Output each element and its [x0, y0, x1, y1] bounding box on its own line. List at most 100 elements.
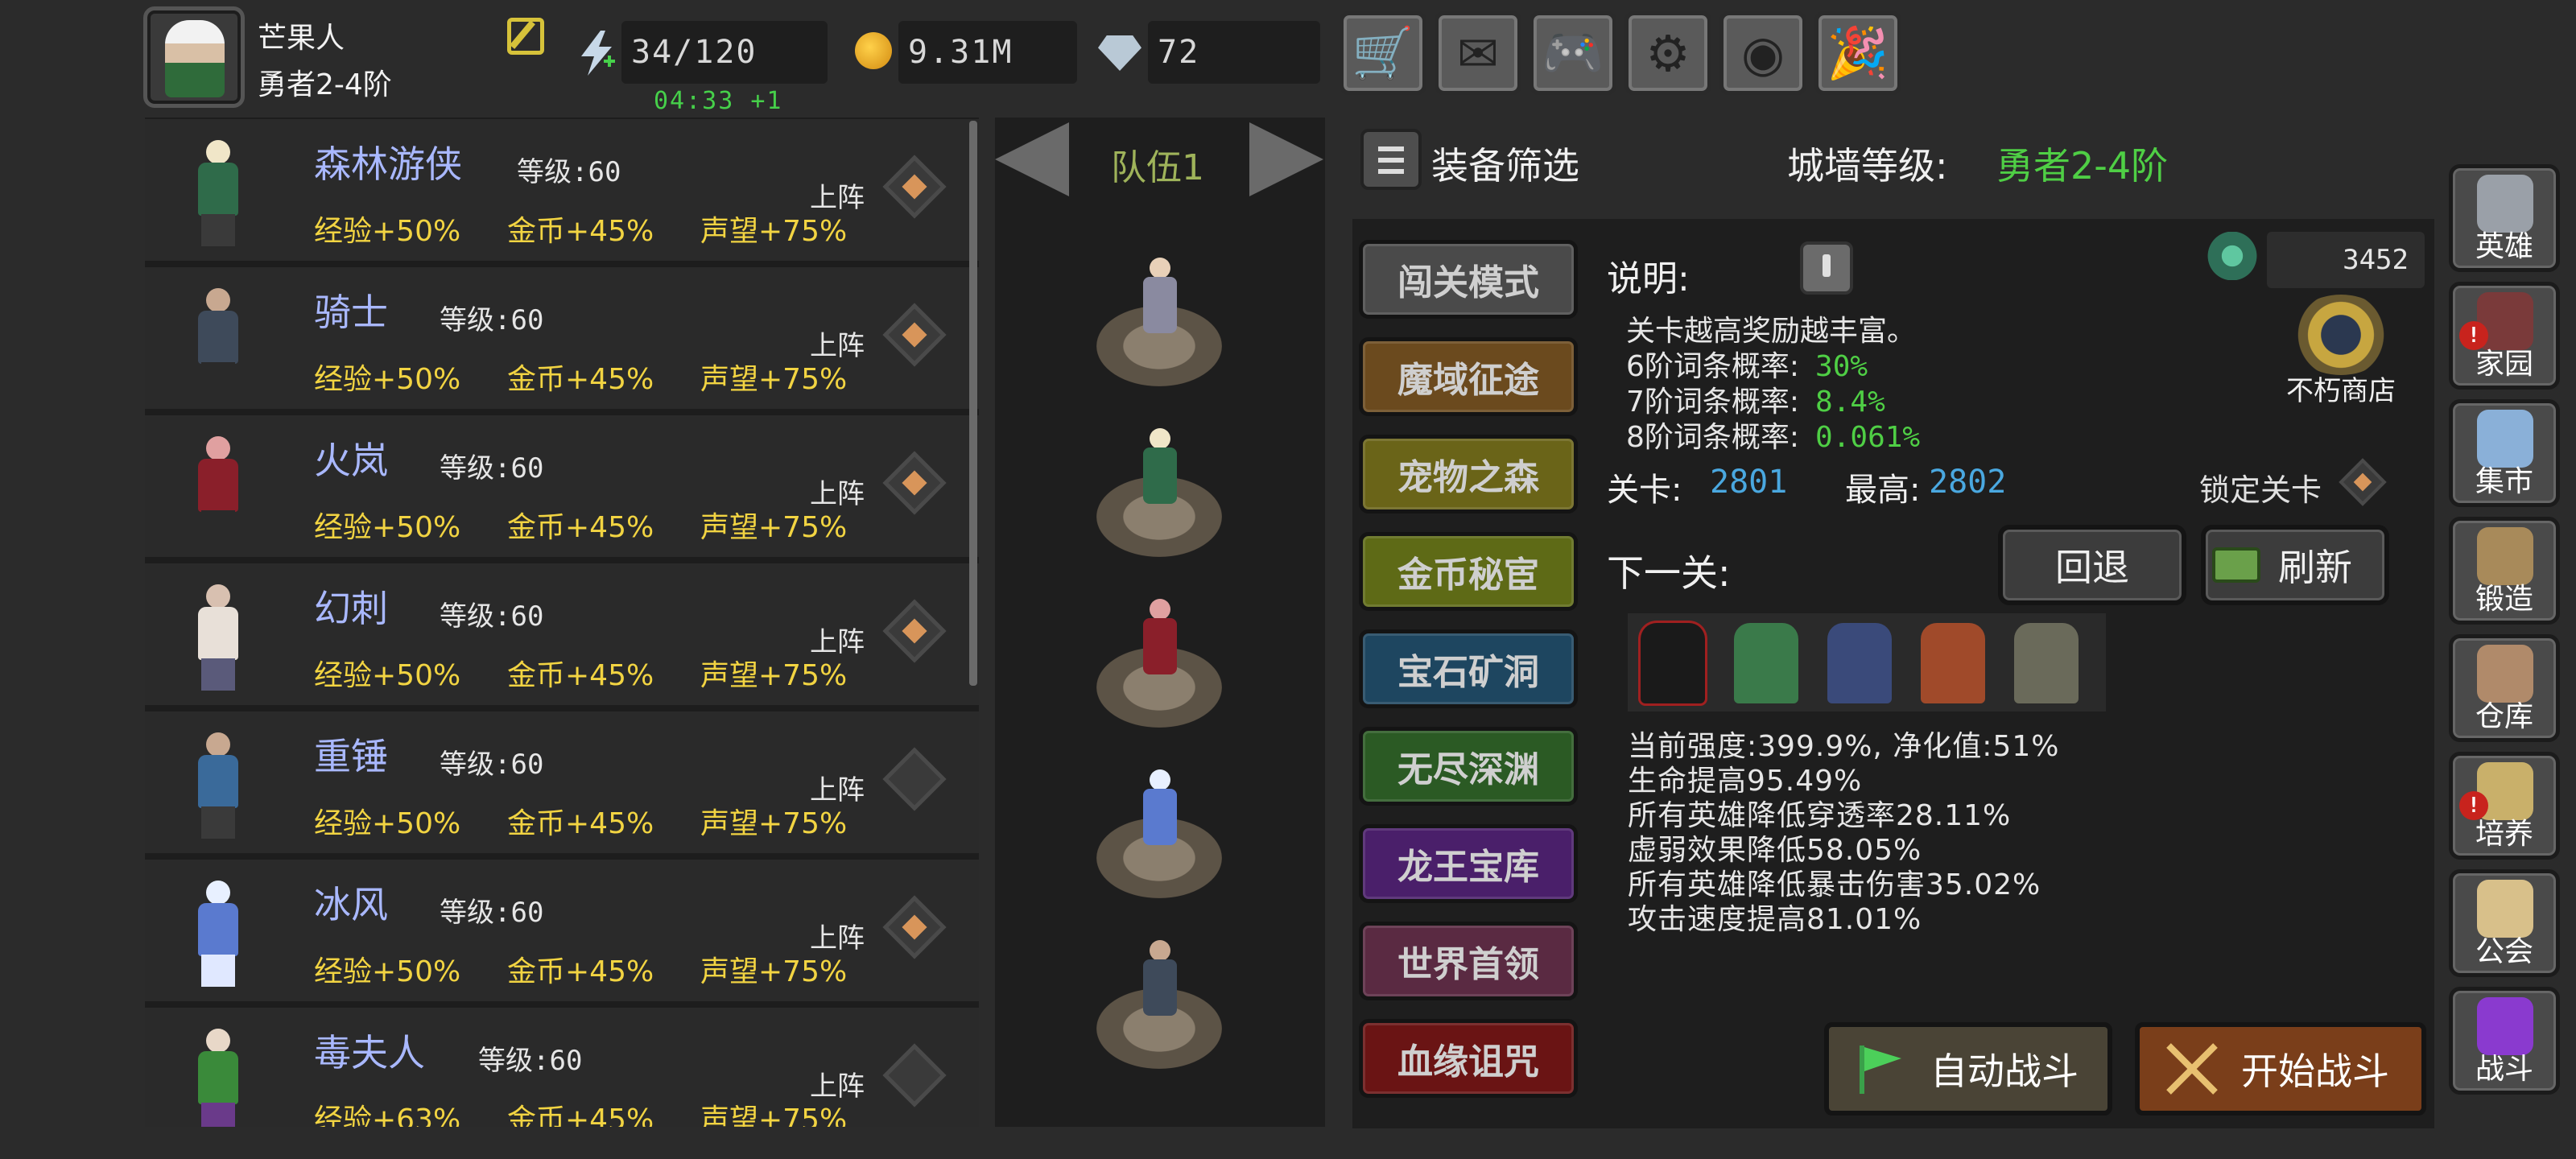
mail-button[interactable]: ✉ [1435, 11, 1521, 95]
hero-name: 骑士 [314, 291, 388, 334]
hero-bonus-exp: 经验+50% [314, 659, 461, 692]
hero-deploy-label: 上阵 [810, 182, 865, 214]
sidebar-trophy-button[interactable]: ! 培养 [2449, 752, 2560, 860]
party-button[interactable]: 🎉 [1814, 11, 1901, 95]
immortal-shop-label[interactable]: 不朽商店 [2286, 369, 2396, 408]
equipment-filter-label[interactable]: 装备筛选 [1431, 137, 1579, 190]
hero-name: 毒夫人 [314, 1031, 425, 1074]
mode-button[interactable]: 无尽深渊 [1359, 727, 1578, 806]
hero-level-value: 60 [510, 749, 544, 781]
gamepad-button[interactable]: 🎮 [1530, 11, 1616, 95]
hero-row[interactable]: 森林游侠 等级:60 经验+50% 金币+45% 声望+75% 上阵 [145, 119, 979, 261]
mode-button[interactable]: 魔域征途 [1359, 337, 1578, 416]
crossed-swords-icon [2166, 1043, 2218, 1095]
hero-deploy-toggle[interactable] [882, 895, 947, 959]
shop-button[interactable]: 🛒 [1340, 11, 1426, 95]
mode-button[interactable]: 闯关模式 [1359, 240, 1578, 319]
sidebar-label: 培养 [2475, 818, 2533, 851]
hero-row[interactable]: 骑士 等级:60 经验+50% 金币+45% 声望+75% 上阵 [145, 267, 979, 409]
hero-level-value: 60 [549, 1045, 583, 1077]
info-icon[interactable] [1800, 241, 1853, 295]
mode-button[interactable]: 金币秘宦 [1359, 532, 1578, 611]
sidebar-portal-button[interactable]: 战斗 [2449, 987, 2560, 1095]
stage-stat-line: 攻击速度提高81.01% [1628, 903, 1922, 936]
sidebar-lion-button[interactable]: 公会 [2449, 869, 2560, 977]
hero-deploy-toggle[interactable] [882, 303, 947, 367]
sidebar-label: 英雄 [2475, 230, 2533, 263]
hero-level: 等级:60 [478, 1038, 582, 1078]
party-popper-icon: 🎉 [1827, 23, 1889, 82]
color-button[interactable]: ◉ [1719, 11, 1806, 95]
mode-button[interactable]: 宝石矿洞 [1359, 629, 1578, 708]
hero-deploy-label: 上阵 [810, 330, 865, 362]
hero-bonus-exp: 经验+50% [314, 363, 461, 396]
player-avatar[interactable] [143, 6, 245, 108]
hero-deploy-label: 上阵 [810, 626, 865, 658]
sidebar-chest-button[interactable]: 仓库 [2449, 634, 2560, 742]
mode-button[interactable]: 世界首领 [1359, 922, 1578, 1000]
sidebar-label: 公会 [2475, 935, 2533, 968]
team-slot-hero[interactable] [1133, 769, 1187, 874]
mode-button[interactable]: 宠物之森 [1359, 435, 1578, 514]
gold-display: 9.31M [898, 21, 1077, 84]
hero-level-value: 60 [510, 600, 544, 633]
gold-value: 9.31M [908, 34, 1013, 71]
mode-button[interactable]: 血缘诅咒 [1359, 1019, 1578, 1098]
best-value: 2802 [1929, 464, 2007, 501]
flag-icon [1860, 1046, 1901, 1094]
hero-deploy-toggle[interactable] [882, 747, 947, 811]
stage-value: 2801 [1710, 464, 1788, 501]
gem-icon [1098, 35, 1141, 71]
sidebar-helmet-button[interactable]: 英雄 [2449, 164, 2560, 272]
hero-row[interactable]: 重锤 等级:60 经验+50% 金币+45% 声望+75% 上阵 [145, 711, 979, 853]
rate-label: 8阶词条概率: [1626, 421, 1800, 454]
hero-name: 冰风 [314, 883, 388, 926]
hero-sprite [174, 728, 262, 840]
next-stage-label: 下一关: [1607, 551, 1731, 595]
hero-row[interactable]: 幻刺 等级:60 经验+50% 金币+45% 声望+75% 上阵 [145, 563, 979, 705]
hero-deploy-toggle[interactable] [882, 451, 947, 515]
team-slot-hero[interactable] [1133, 258, 1187, 362]
mode-button[interactable]: 龙王宝库 [1359, 824, 1578, 903]
hero-deploy-toggle[interactable] [882, 599, 947, 663]
sidebar-castle-button[interactable]: ! 家园 [2449, 282, 2560, 390]
team-slot-hero[interactable] [1133, 599, 1187, 703]
hero-row[interactable]: 火岚 等级:60 经验+50% 金币+45% 声望+75% 上阵 [145, 415, 979, 557]
refresh-button[interactable]: 刷新 [2201, 525, 2389, 605]
hero-bonus-exp: 经验+50% [314, 215, 461, 248]
hero-list-scrollbar[interactable] [969, 121, 977, 686]
hero-bonus-gold: 金币+45% [507, 659, 654, 692]
equipment-filter-button[interactable] [1360, 129, 1422, 190]
hero-list[interactable]: 森林游侠 等级:60 经验+50% 金币+45% 声望+75% 上阵 骑士 等级:60 经验+5… [145, 118, 979, 1127]
hero-level-label: 等级: [440, 452, 511, 485]
sidebar-market-button[interactable]: 集市 [2449, 399, 2560, 507]
hero-deploy-toggle[interactable] [882, 1043, 947, 1107]
hero-name: 森林游侠 [314, 142, 462, 186]
settings-button[interactable]: ⚙ [1624, 11, 1711, 95]
hero-sprite [174, 283, 262, 396]
hero-row[interactable]: 冰风 等级:60 经验+50% 金币+45% 声望+75% 上阵 [145, 860, 979, 1001]
retreat-button[interactable]: 回退 [1998, 525, 2186, 605]
player-name: 芒果人 [258, 22, 345, 55]
hero-bonus-gold: 金币+45% [507, 807, 654, 840]
wall-level-label: 城墙等级: [1787, 144, 1948, 188]
mail-icon: ✉ [1457, 23, 1499, 83]
sidebar-label: 仓库 [2475, 700, 2533, 733]
wall-level-value: 勇者2-4阶 [1996, 144, 2169, 188]
hero-deploy-label: 上阵 [810, 922, 865, 955]
hero-row[interactable]: 毒夫人 等级:60 经验+63% 金币+45% 声望+75% 上阵 [145, 1008, 979, 1127]
gem-value: 72 [1158, 34, 1200, 71]
auto-battle-button[interactable]: 自动战斗 [1824, 1022, 2112, 1116]
start-battle-button[interactable]: 开始战斗 [2135, 1022, 2426, 1116]
team-slot-hero[interactable] [1133, 940, 1187, 1045]
gear-icon: ⚙ [1645, 23, 1690, 83]
hero-name: 重锤 [314, 735, 388, 778]
team-slot-hero[interactable] [1133, 428, 1187, 533]
hero-level-label: 等级: [440, 304, 511, 336]
stage-label: 关卡: [1607, 472, 1682, 509]
hero-level-value: 60 [510, 452, 544, 485]
sidebar-anvil-button[interactable]: 锻造 [2449, 517, 2560, 625]
hero-deploy-toggle[interactable] [882, 155, 947, 219]
immortal-shop-icon[interactable] [2289, 295, 2392, 375]
edit-icon[interactable] [507, 18, 544, 55]
